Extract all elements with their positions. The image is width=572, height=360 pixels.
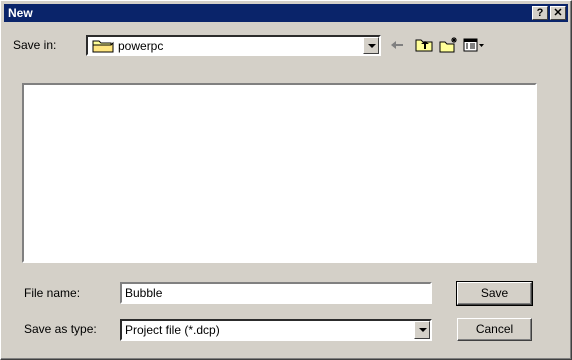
title-bar[interactable]: New ? ✕ xyxy=(4,4,568,22)
save-as-type-label: Save as type: xyxy=(24,322,97,336)
save-button[interactable]: Save xyxy=(456,281,533,306)
new-folder-icon[interactable] xyxy=(439,36,459,54)
folder-icon xyxy=(92,38,114,54)
save-in-dropdown-arrow[interactable] xyxy=(363,37,379,54)
file-name-input[interactable]: Bubble xyxy=(120,282,432,304)
file-list[interactable] xyxy=(22,83,537,263)
save-in-label: Save in: xyxy=(13,38,57,52)
save-as-type-dropdown-arrow[interactable] xyxy=(414,321,430,339)
view-menu-icon[interactable] xyxy=(462,36,486,54)
up-one-level-icon[interactable] xyxy=(414,36,434,54)
back-arrow-icon[interactable] xyxy=(388,36,408,54)
file-name-value: Bubble xyxy=(125,286,163,300)
help-button[interactable]: ? xyxy=(532,6,548,20)
file-name-label: File name: xyxy=(24,286,81,300)
window-title: New xyxy=(8,6,33,20)
save-as-type-value: Project file (*.dcp) xyxy=(125,323,220,337)
save-as-type-dropdown[interactable]: Project file (*.dcp) xyxy=(120,319,432,341)
save-in-dropdown[interactable]: powerpc xyxy=(86,35,381,56)
save-in-value: powerpc xyxy=(118,39,164,53)
save-dialog-window: New ? ✕ Save in: powerpc File name: Bubb… xyxy=(0,0,572,360)
cancel-button[interactable]: Cancel xyxy=(457,318,532,341)
close-button[interactable]: ✕ xyxy=(550,6,566,20)
